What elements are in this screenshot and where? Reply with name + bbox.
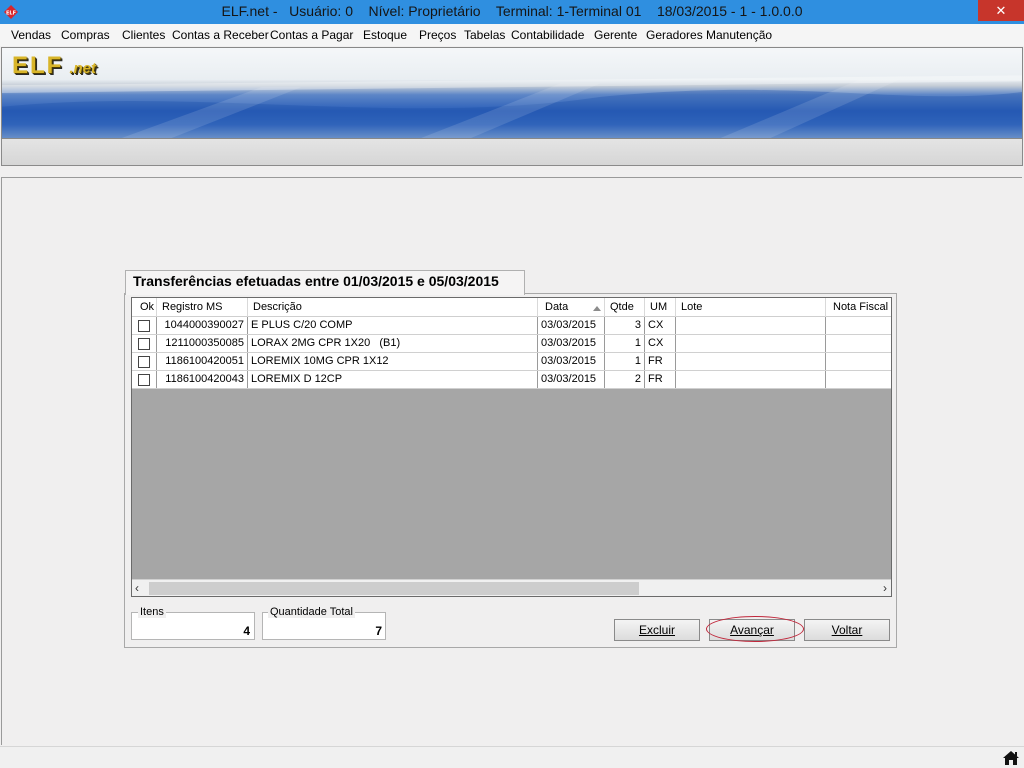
avancar-button[interactable]: Avançar xyxy=(709,619,795,641)
row-checkbox[interactable] xyxy=(138,374,150,386)
row-checkbox-cell xyxy=(132,371,157,388)
cell-nota-fiscal xyxy=(826,335,891,352)
toolbar-strip xyxy=(1,139,1023,166)
row-checkbox[interactable] xyxy=(138,356,150,368)
cell-registro: 1044000390027 xyxy=(157,317,248,334)
title-bar: ELF ELF.net - Usuário: 0 Nível: Propriet… xyxy=(0,0,1024,24)
cell-qtde: 3 xyxy=(605,317,645,334)
transfers-grid[interactable]: Ok Registro MS Descrição Data Qtde UM Lo… xyxy=(131,297,892,597)
logo-main-text: ELF xyxy=(12,52,64,79)
menu-precos[interactable]: Preços xyxy=(419,28,456,42)
row-checkbox[interactable] xyxy=(138,338,150,350)
scroll-left-icon[interactable]: ‹ xyxy=(135,581,139,595)
voltar-button[interactable]: Voltar xyxy=(804,619,890,641)
cell-registro: 1211000350085 xyxy=(157,335,248,352)
cell-lote xyxy=(676,335,826,352)
cell-data: 03/03/2015 xyxy=(538,371,605,388)
elf-net-logo: ELF .net xyxy=(12,52,96,80)
column-header-qtde[interactable]: Qtde xyxy=(605,298,645,317)
menu-contas-receber[interactable]: Contas a Receber xyxy=(172,28,269,42)
status-bar xyxy=(0,746,1024,768)
cell-um: CX xyxy=(645,335,676,352)
table-row[interactable]: 1211000350085 LORAX 2MG CPR 1X20 (B1) 03… xyxy=(132,335,891,353)
column-header-um[interactable]: UM xyxy=(645,298,676,317)
horizontal-scrollbar[interactable]: ‹ › xyxy=(132,579,891,596)
menu-manutencao[interactable]: Manutenção xyxy=(706,28,772,42)
menu-contas-pagar[interactable]: Contas a Pagar xyxy=(270,28,353,42)
excluir-label: Excluir xyxy=(638,623,675,637)
cell-data: 03/03/2015 xyxy=(538,335,605,352)
table-row[interactable]: 1186100420043 LOREMIX D 12CP 03/03/2015 … xyxy=(132,371,891,389)
itens-value: 4 xyxy=(243,624,250,638)
cell-um: FR xyxy=(645,353,676,370)
cell-um: CX xyxy=(645,317,676,334)
menu-vendas[interactable]: Vendas xyxy=(11,28,51,42)
itens-label: Itens xyxy=(138,606,166,618)
cell-lote xyxy=(676,371,826,388)
row-checkbox[interactable] xyxy=(138,320,150,332)
close-button[interactable]: ✕ xyxy=(978,0,1024,21)
cell-descricao: LOREMIX 10MG CPR 1X12 xyxy=(248,353,538,370)
cell-um: FR xyxy=(645,371,676,388)
cell-qtde: 2 xyxy=(605,371,645,388)
home-icon[interactable] xyxy=(1002,750,1020,766)
column-header-registro-ms[interactable]: Registro MS xyxy=(157,298,248,317)
cell-descricao: LORAX 2MG CPR 1X20 (B1) xyxy=(248,335,538,352)
row-checkbox-cell xyxy=(132,335,157,352)
table-row[interactable]: 1186100420051 LOREMIX 10MG CPR 1X12 03/0… xyxy=(132,353,891,371)
row-checkbox-cell xyxy=(132,317,157,334)
column-header-lote[interactable]: Lote xyxy=(676,298,826,317)
column-header-descricao[interactable]: Descrição xyxy=(248,298,538,317)
banner-pattern xyxy=(2,75,1022,138)
row-checkbox-cell xyxy=(132,353,157,370)
cell-data: 03/03/2015 xyxy=(538,353,605,370)
scroll-right-icon[interactable]: › xyxy=(883,581,887,595)
grid-header: Ok Registro MS Descrição Data Qtde UM Lo… xyxy=(132,298,891,317)
cell-nota-fiscal xyxy=(826,317,891,334)
menu-contabilidade[interactable]: Contabilidade xyxy=(511,28,584,42)
cell-descricao: E PLUS C/20 COMP xyxy=(248,317,538,334)
scrollbar-thumb[interactable] xyxy=(149,582,639,595)
table-row[interactable]: 1044000390027 E PLUS C/20 COMP 03/03/201… xyxy=(132,317,891,335)
voltar-label: Voltar xyxy=(831,623,863,637)
quantidade-total-label: Quantidade Total xyxy=(268,606,355,618)
menu-estoque[interactable]: Estoque xyxy=(363,28,407,42)
menu-tabelas[interactable]: Tabelas xyxy=(464,28,505,42)
menu-compras[interactable]: Compras xyxy=(61,28,110,42)
quantidade-total-value: 7 xyxy=(375,624,382,638)
avancar-label: Avançar xyxy=(730,623,774,637)
app-banner: ELF .net xyxy=(1,47,1023,139)
menu-bar: Vendas Compras Clientes Contas a Receber… xyxy=(0,24,1024,46)
cell-nota-fiscal xyxy=(826,353,891,370)
menu-gerente[interactable]: Gerente xyxy=(594,28,637,42)
cell-registro: 1186100420043 xyxy=(157,371,248,388)
cell-lote xyxy=(676,317,826,334)
logo-sub-text: .net xyxy=(69,60,96,77)
cell-lote xyxy=(676,353,826,370)
panel-title: Transferências efetuadas entre 01/03/201… xyxy=(133,273,499,289)
menu-geradores[interactable]: Geradores xyxy=(646,28,703,42)
cell-qtde: 1 xyxy=(605,335,645,352)
menu-clientes[interactable]: Clientes xyxy=(122,28,165,42)
sort-ascending-icon xyxy=(593,306,601,311)
cell-descricao: LOREMIX D 12CP xyxy=(248,371,538,388)
column-header-ok[interactable]: Ok xyxy=(132,298,157,317)
cell-registro: 1186100420051 xyxy=(157,353,248,370)
column-header-nota-fiscal[interactable]: Nota Fiscal xyxy=(826,298,891,317)
excluir-button[interactable]: Excluir xyxy=(614,619,700,641)
window-title: ELF.net - Usuário: 0 Nível: Proprietário… xyxy=(221,3,803,19)
cell-nota-fiscal xyxy=(826,371,891,388)
cell-data: 03/03/2015 xyxy=(538,317,605,334)
cell-qtde: 1 xyxy=(605,353,645,370)
